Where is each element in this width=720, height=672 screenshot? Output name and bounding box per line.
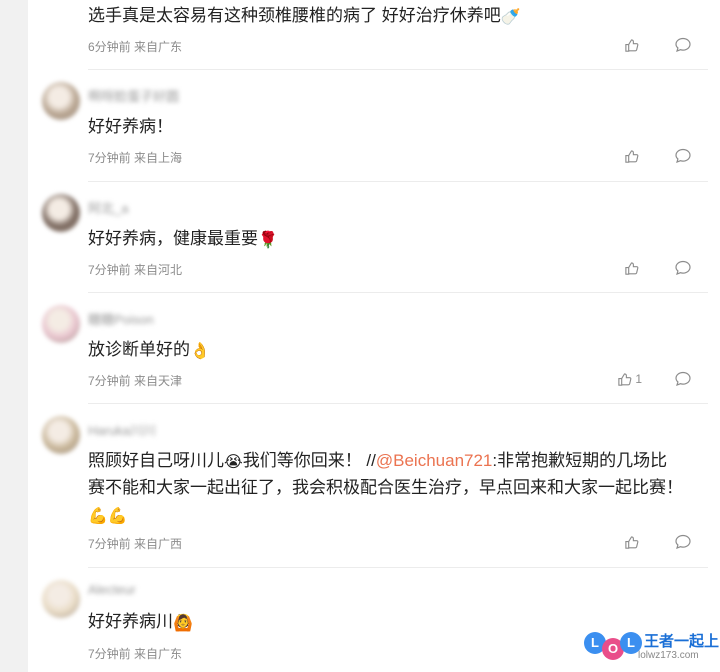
comment-location: 来自广东: [134, 647, 183, 661]
avatar[interactable]: [42, 416, 80, 454]
comment-item: Haruka川川 照顾好自己呀川儿😭我们等你回来！ //@Beichuan721…: [28, 404, 708, 568]
watermark-site: lolwz173.com: [638, 650, 699, 661]
comment-time: 7分钟前: [88, 263, 131, 277]
reply-bubble-icon[interactable]: [674, 259, 692, 277]
site-watermark: L O L 王者一起上 lolwz173.com: [584, 628, 720, 668]
reply-bubble-icon[interactable]: [674, 370, 692, 388]
bottle-emoji-icon: 🍼: [500, 9, 521, 26]
reply-bubble-icon[interactable]: [674, 533, 692, 551]
like-button[interactable]: [602, 36, 642, 54]
avatar[interactable]: [42, 580, 80, 618]
comment-text: 选手真是太容易有这种颈椎腰椎的病了 好好治疗休养吧: [88, 6, 501, 25]
comment-item: 啊呀脸蛋子好圆 好好养病！ 7分钟前 来自上海: [28, 70, 708, 182]
like-button[interactable]: [602, 533, 642, 551]
left-sidebar-strip: [0, 0, 28, 672]
comment-text: 好好养病，健康最重要: [88, 229, 258, 248]
thumbs-up-icon: [618, 372, 632, 386]
like-button[interactable]: [602, 259, 642, 277]
comment-text: 好好养病川: [88, 612, 173, 631]
comment-location: 来自天津: [134, 374, 183, 388]
username[interactable]: 啊呀脸蛋子好圆: [88, 86, 179, 104]
avatar[interactable]: [42, 305, 80, 343]
watermark-title: 王者一起上: [644, 633, 720, 650]
thumbs-up-icon: [625, 149, 639, 163]
comment-feed: 选手真是太容易有这种颈椎腰椎的病了 好好治疗休养吧🍼 6分钟前 来自广东 啊呀脸…: [28, 0, 708, 672]
ok-hand-emoji-icon: 👌: [190, 343, 210, 360]
like-button[interactable]: 1: [602, 370, 642, 388]
comment-time: 7分钟前: [88, 151, 131, 165]
crying-face-emoji-icon: 😭: [224, 454, 243, 471]
comment-text: 好好养病！: [88, 117, 173, 136]
comment-location: 来自上海: [134, 151, 183, 165]
comment-time: 7分钟前: [88, 647, 131, 661]
thumbs-up-icon: [625, 261, 639, 275]
thumbs-up-icon: [625, 38, 639, 52]
comment-location: 来自广西: [134, 537, 183, 551]
username[interactable]: 阿北_a: [88, 198, 128, 216]
comment-time: 7分钟前: [88, 374, 131, 388]
reply-bubble-icon[interactable]: [674, 36, 692, 54]
comment-location: 来自广东: [134, 40, 183, 54]
rose-emoji-icon: 🌹: [258, 232, 278, 249]
comment-item: 糖糖Poison 放诊断单好的👌 7分钟前 来自天津 1: [28, 293, 708, 404]
reply-bubble-icon[interactable]: [674, 147, 692, 165]
comment-text: 我们等你回来！ //: [242, 451, 376, 470]
comment-text: 放诊断单好的: [88, 340, 190, 359]
like-button[interactable]: [602, 147, 642, 165]
mention-link[interactable]: @Beichuan721: [376, 451, 493, 470]
avatar[interactable]: [42, 82, 80, 120]
thumbs-up-icon: [625, 535, 639, 549]
comment-time: 7分钟前: [88, 537, 131, 551]
comment-text: 照顾好自己呀川儿: [88, 451, 224, 470]
comment-time: 6分钟前: [88, 40, 131, 54]
username[interactable]: Alecteur: [88, 582, 136, 600]
comment-location: 来自河北: [134, 263, 183, 277]
avatar[interactable]: [42, 194, 80, 232]
username[interactable]: 糖糖Poison: [88, 309, 154, 327]
comment-item: 选手真是太容易有这种颈椎腰椎的病了 好好治疗休养吧🍼 6分钟前 来自广东: [28, 0, 708, 70]
like-count: 1: [635, 372, 642, 386]
username[interactable]: Haruka川川: [88, 420, 156, 438]
comment-item: 阿北_a 好好养病，健康最重要🌹 7分钟前 来自河北: [28, 182, 708, 293]
flexed-biceps-emoji-icon: 💪💪: [88, 508, 128, 525]
person-gesturing-emoji-icon: 🙆: [173, 615, 193, 632]
